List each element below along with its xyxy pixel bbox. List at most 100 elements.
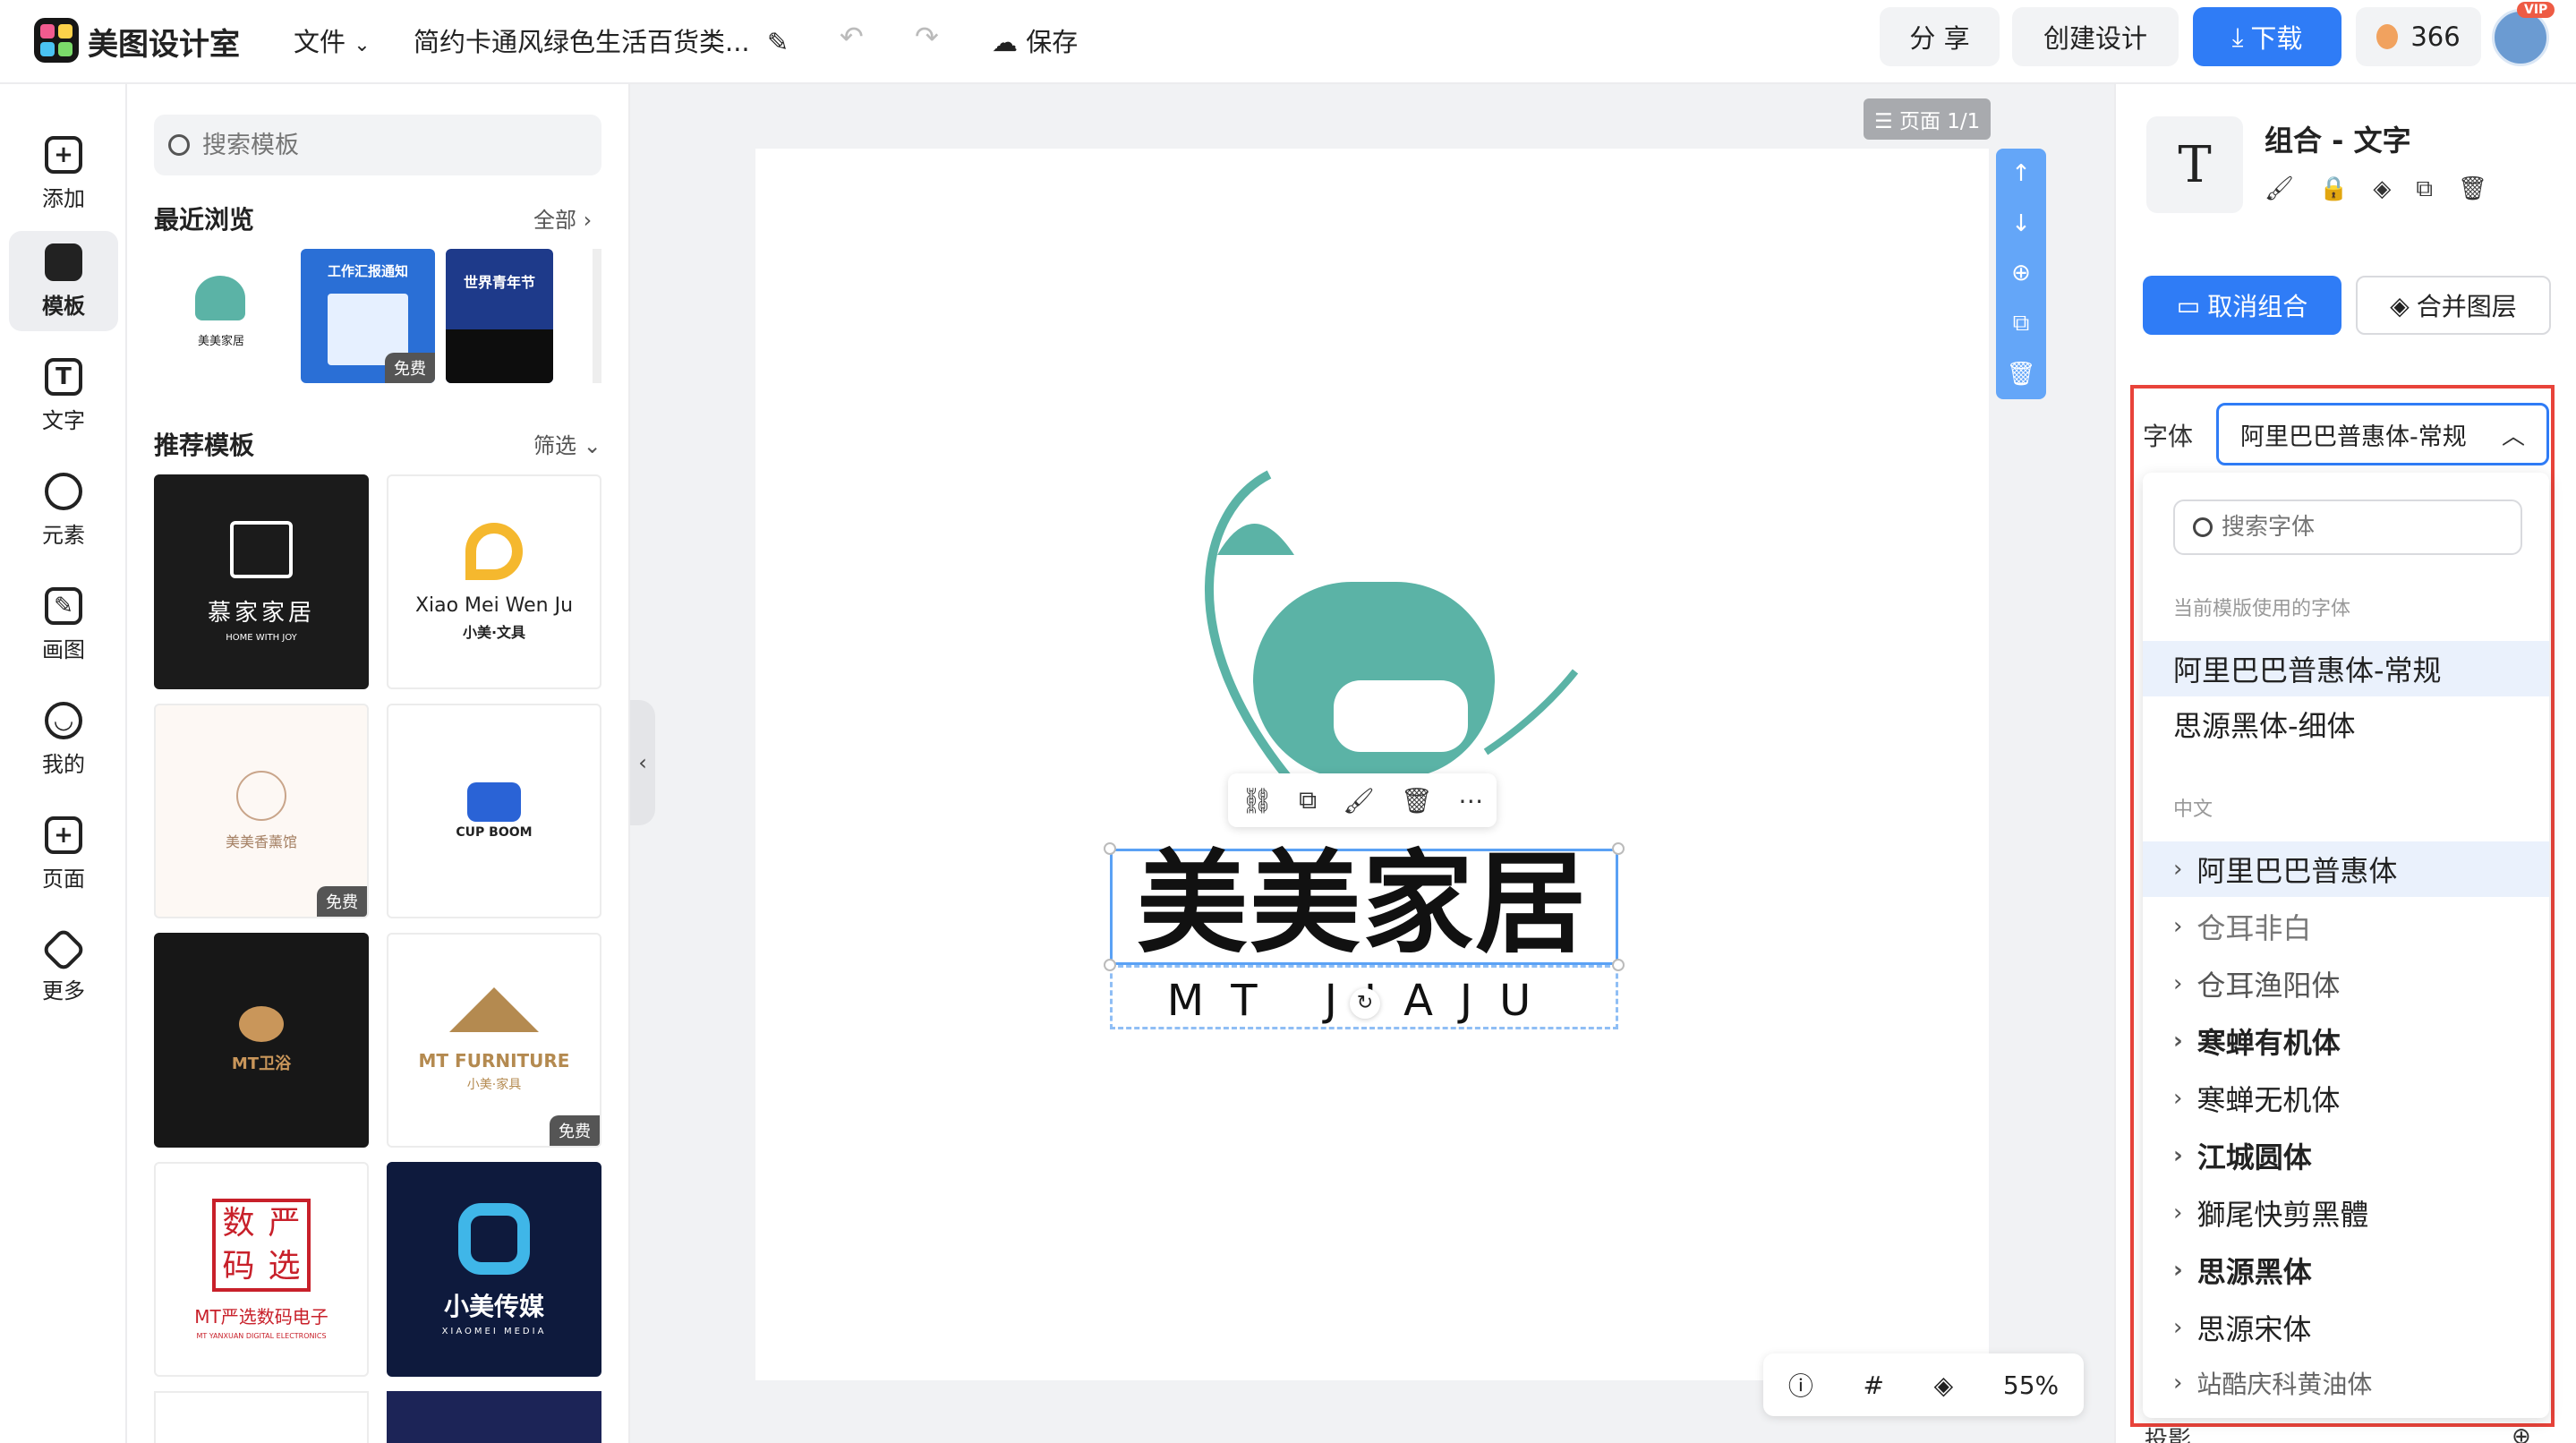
- template-card-partial[interactable]: [387, 1391, 601, 1443]
- template-card[interactable]: 小美传媒 XIAOMEI MEDIA: [387, 1162, 601, 1377]
- duplicate-icon[interactable]: ⧉: [1299, 785, 1317, 815]
- font-family-item[interactable]: › 寒蝉无机体: [2143, 1071, 2549, 1126]
- zoom-level[interactable]: 55%: [2003, 1370, 2059, 1400]
- rail-item-text[interactable]: T 文字: [9, 346, 118, 446]
- font-option[interactable]: 思源黑体-细体: [2143, 696, 2549, 752]
- arrow-down-icon[interactable]: ↓: [2011, 210, 2031, 237]
- font-search[interactable]: [2173, 500, 2522, 555]
- app-logo-icon[interactable]: [34, 18, 79, 63]
- rail-item-elements[interactable]: 元素: [9, 460, 118, 560]
- lamp-shade: [1217, 524, 1294, 555]
- chair-lamp-illustration[interactable]: [1137, 457, 1602, 797]
- create-design-button[interactable]: 创建设计: [2012, 7, 2179, 66]
- rail-item-pages[interactable]: + 页面: [9, 804, 118, 904]
- file-menu[interactable]: 文件 ⌄: [294, 21, 371, 59]
- merge-layers-button[interactable]: ◈ 合并图层: [2356, 276, 2551, 335]
- template-search-input[interactable]: [202, 131, 578, 159]
- template-card[interactable]: MT FURNITURE 小美·家具 免费: [387, 933, 601, 1148]
- rail-item-label: 文字: [42, 407, 85, 433]
- template-card[interactable]: MT卫浴: [154, 933, 369, 1148]
- font-family-item[interactable]: › 仓耳渔阳体: [2143, 956, 2549, 1012]
- rail-item-mine[interactable]: ◡ 我的: [9, 689, 118, 790]
- delete-page-icon[interactable]: 🗑: [2006, 361, 2035, 388]
- font-option[interactable]: 阿里巴巴普惠体-常规: [2143, 641, 2549, 696]
- help-icon[interactable]: ⓘ: [1788, 1367, 1813, 1403]
- rail-item-templates[interactable]: 模板: [9, 231, 118, 331]
- add-shadow-icon[interactable]: ⊕: [2512, 1423, 2531, 1443]
- format-brush-icon[interactable]: 🖌: [1343, 786, 1375, 815]
- share-button[interactable]: 分 享: [1880, 7, 2000, 66]
- template-card-partial[interactable]: [154, 1391, 369, 1443]
- font-family-item[interactable]: › 獅尾快剪黑體: [2143, 1185, 2549, 1241]
- format-brush-icon[interactable]: 🖌: [2265, 175, 2294, 203]
- font-family-item[interactable]: › 寒蝉有机体: [2143, 1013, 2549, 1069]
- resize-handle[interactable]: [1612, 959, 1625, 971]
- add-page-icon[interactable]: ⊕: [2011, 260, 2031, 286]
- rail-item-draw[interactable]: ✎ 画图: [9, 575, 118, 675]
- undo-icon[interactable]: ↶: [840, 20, 864, 54]
- credits-button[interactable]: 366: [2356, 7, 2481, 66]
- page-indicator[interactable]: ☰ 页面 1/1: [1864, 98, 1992, 140]
- rail-item-label: 我的: [42, 751, 85, 777]
- template-card-title: MT FURNITURE: [418, 1050, 570, 1072]
- template-card[interactable]: 数 严 码 选 MT严选数码电子 MT YANXUAN DIGITAL ELEC…: [154, 1162, 369, 1377]
- grid-icon[interactable]: #: [1864, 1370, 1884, 1400]
- duplicate-icon[interactable]: ⧉: [2416, 175, 2433, 203]
- template-panel: 最近浏览 全部 › 美美家居 工作汇报通知 免费 世界青年节 推荐模板 筛选 ⌄…: [127, 84, 630, 1443]
- template-card[interactable]: 美美香薰馆 免费: [154, 704, 369, 918]
- layers-icon[interactable]: ◈: [2373, 175, 2391, 203]
- font-family-item[interactable]: › 思源宋体: [2143, 1300, 2549, 1355]
- resize-handle[interactable]: [1612, 842, 1625, 855]
- shadow-label: 投影: [2145, 1427, 2192, 1443]
- download-button[interactable]: ⤓ 下载: [2193, 7, 2341, 66]
- more-icon[interactable]: ⋯: [1458, 786, 1483, 815]
- template-card[interactable]: Xiao Mei Wen Ju 小美·文具: [387, 474, 601, 689]
- template-card[interactable]: CUP BOOM: [387, 704, 601, 918]
- plus-icon: +: [45, 135, 82, 174]
- template-search[interactable]: [154, 115, 601, 175]
- rail-item-more[interactable]: 更多: [9, 918, 118, 1019]
- cloud-icon: ☁: [992, 27, 1018, 57]
- unlink-icon[interactable]: ⛓: [1241, 786, 1274, 815]
- recent-title: 最近浏览: [154, 205, 255, 235]
- recent-thumb[interactable]: 世界青年节: [446, 249, 553, 383]
- chevron-down-icon: ⌄: [354, 34, 371, 56]
- resize-handle[interactable]: [1104, 959, 1116, 971]
- recent-thumb[interactable]: 工作汇报通知 免费: [301, 249, 435, 383]
- ungroup-button[interactable]: ▭ 取消组合: [2143, 276, 2341, 335]
- text-type-icon: T: [2146, 116, 2243, 213]
- recent-thumb[interactable]: 美美家居: [154, 249, 288, 383]
- used-fonts-header: 当前模版使用的字体: [2173, 598, 2351, 620]
- resize-handle[interactable]: [1104, 842, 1116, 855]
- arrow-up-icon[interactable]: ↑: [2011, 160, 2031, 187]
- collapse-panel-button[interactable]: ‹: [630, 700, 655, 825]
- trash-icon[interactable]: 🗑: [1401, 786, 1433, 815]
- recent-all-link[interactable]: 全部 ›: [533, 202, 592, 234]
- filter-button[interactable]: 筛选 ⌄: [533, 428, 601, 459]
- font-family-item[interactable]: › 思源黑体: [2143, 1242, 2549, 1298]
- save-button[interactable]: ☁ 保存: [992, 21, 1078, 59]
- font-search-input[interactable]: [2222, 514, 2508, 541]
- layers-icon[interactable]: ◈: [1934, 1370, 1954, 1400]
- chevron-right-icon: ›: [2173, 1200, 2183, 1226]
- font-family-item[interactable]: › 阿里巴巴普惠体: [2143, 841, 2549, 897]
- redo-icon[interactable]: ↷: [915, 20, 939, 54]
- brand-title-text[interactable]: 美美家居: [1130, 841, 1595, 967]
- font-family-item[interactable]: › 仓耳非白: [2143, 899, 2549, 954]
- edit-icon[interactable]: ✎: [767, 27, 789, 57]
- lock-icon[interactable]: 🔒: [2319, 175, 2348, 203]
- font-family-item[interactable]: › 站酷庆科黄油体: [2143, 1355, 2549, 1411]
- template-card[interactable]: 慕家家居 HOME WITH JOY: [154, 474, 369, 689]
- chevron-up-icon: ︿: [2501, 423, 2525, 450]
- rotate-handle-icon[interactable]: ↻: [1350, 988, 1380, 1019]
- template-card-sub: 小美·家具: [466, 1078, 522, 1092]
- recent-thumb-partial[interactable]: [593, 249, 601, 383]
- doc-title[interactable]: 简约卡通风绿色生活百货类... ✎: [414, 21, 789, 59]
- trash-icon[interactable]: 🗑: [2458, 175, 2487, 203]
- template-card-title: MT卫浴: [231, 1054, 292, 1073]
- house-icon: [230, 521, 293, 578]
- rail-item-add[interactable]: + 添加: [9, 124, 118, 224]
- font-select[interactable]: 阿里巴巴普惠体-常规 ︿: [2216, 403, 2549, 465]
- font-family-item[interactable]: › 江城圆体: [2143, 1128, 2549, 1183]
- copy-page-icon[interactable]: ⧉: [2013, 310, 2030, 337]
